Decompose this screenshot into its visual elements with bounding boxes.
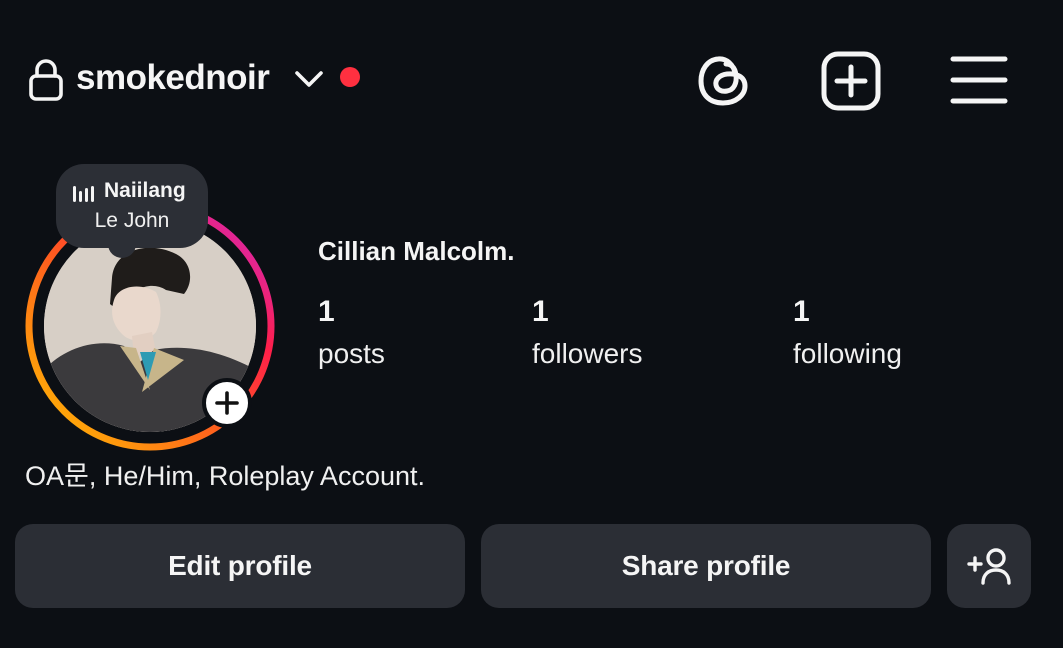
add-story-button[interactable] xyxy=(202,378,252,428)
top-bar: smokednoir xyxy=(0,0,1063,160)
music-bars-icon xyxy=(73,186,94,202)
stat-followers[interactable]: 1 followers xyxy=(532,292,642,374)
stat-posts[interactable]: 1 posts xyxy=(318,292,385,374)
hamburger-menu-icon[interactable] xyxy=(950,54,1008,106)
discover-people-button[interactable] xyxy=(947,524,1031,608)
share-profile-button[interactable]: Share profile xyxy=(481,524,931,608)
note-song-title: Naiilang xyxy=(104,179,186,202)
add-person-icon xyxy=(967,548,1011,585)
stat-posts-label: posts xyxy=(318,338,385,369)
note-bubble[interactable]: Naiilang Le John xyxy=(56,164,208,258)
lock-icon xyxy=(29,59,63,101)
username-switcher[interactable]: smokednoir xyxy=(76,56,270,100)
stat-following[interactable]: 1 following xyxy=(793,292,902,374)
profile-screen: smokednoir Naiilang Le John Cillian Malc… xyxy=(0,0,1063,648)
stat-followers-count: 1 xyxy=(532,295,549,328)
chevron-down-icon[interactable] xyxy=(292,66,326,92)
stat-following-label: following xyxy=(793,338,902,369)
edit-profile-button[interactable]: Edit profile xyxy=(15,524,465,608)
plus-icon xyxy=(215,391,239,415)
stat-posts-count: 1 xyxy=(318,295,335,328)
threads-icon[interactable] xyxy=(694,50,754,110)
add-square-icon[interactable] xyxy=(820,50,882,112)
stat-following-count: 1 xyxy=(793,295,810,328)
bio-text: OA문, He/Him, Roleplay Account. xyxy=(25,461,425,491)
note-artist: Le John xyxy=(94,209,170,232)
display-name: Cillian Malcolm. xyxy=(318,236,515,266)
notification-dot xyxy=(340,67,360,87)
stat-followers-label: followers xyxy=(532,338,643,369)
